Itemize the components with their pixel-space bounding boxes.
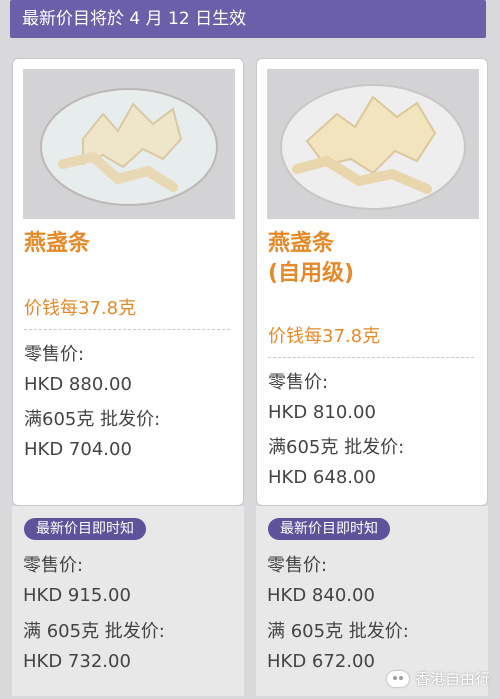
retail-price-value: HKD 810.00 [268, 402, 376, 423]
divider [268, 357, 474, 358]
product-image [267, 69, 479, 219]
product-name: 燕盏条 [24, 229, 90, 259]
new-wholesale-price-label: 满 605克 批发价: [267, 621, 409, 642]
retail-price-label: 零售价: [24, 344, 85, 365]
retail-price-value: HKD 880.00 [24, 374, 132, 395]
new-retail-price-label: 零售价: [23, 555, 84, 576]
product-card[interactable]: 燕盏条 (自用级) 价钱每37.8克 零售价: HKD 810.00 满605克… [256, 58, 488, 506]
product-name-line1: 燕盏条 [268, 231, 335, 256]
chat-icon [386, 670, 409, 687]
retail-price-label: 零售价: [268, 372, 329, 393]
product-card-right[interactable]: 燕盏条 (自用级) 价钱每37.8克 零售价: HKD 810.00 满605克… [256, 58, 488, 696]
new-wholesale-price-value: HKD 672.00 [267, 651, 375, 672]
product-card[interactable]: 燕盏条 价钱每37.8克 零售价: HKD 880.00 满605克 批发价: … [12, 58, 244, 506]
unit-price-label: 价钱每37.8克 [24, 298, 137, 319]
product-card-left[interactable]: 燕盏条 价钱每37.8克 零售价: HKD 880.00 满605克 批发价: … [12, 58, 244, 696]
new-price-section: 最新价目即时知 零售价: HKD 915.00 满 605克 批发价: HKD … [12, 506, 244, 696]
price-update-banner: 最新价目将於 4 月 12 日生效 [10, 0, 486, 38]
wholesale-price-label: 满605克 批发价: [268, 437, 405, 458]
wholesale-price-value: HKD 704.00 [24, 439, 132, 460]
new-price-badge[interactable]: 最新价目即时知 [24, 518, 146, 540]
new-wholesale-price-value: HKD 732.00 [23, 651, 131, 672]
new-retail-price-value: HKD 915.00 [23, 585, 131, 606]
new-retail-price-value: HKD 840.00 [267, 585, 375, 606]
wholesale-price-value: HKD 648.00 [268, 467, 376, 488]
divider [24, 329, 230, 330]
product-name-line2: (自用级) [268, 261, 355, 286]
product-name-line1: 燕盏条 [24, 231, 91, 256]
watermark: 香港自由行 [386, 668, 490, 689]
new-price-badge[interactable]: 最新价目即时知 [268, 518, 390, 540]
new-retail-price-label: 零售价: [267, 555, 328, 576]
unit-price-label: 价钱每37.8克 [268, 326, 381, 347]
new-wholesale-price-label: 满 605克 批发价: [23, 621, 165, 642]
wholesale-price-label: 满605克 批发价: [24, 409, 161, 430]
product-name: 燕盏条 (自用级) [268, 229, 354, 289]
watermark-text: 香港自由行 [414, 670, 490, 688]
product-image [23, 69, 235, 219]
